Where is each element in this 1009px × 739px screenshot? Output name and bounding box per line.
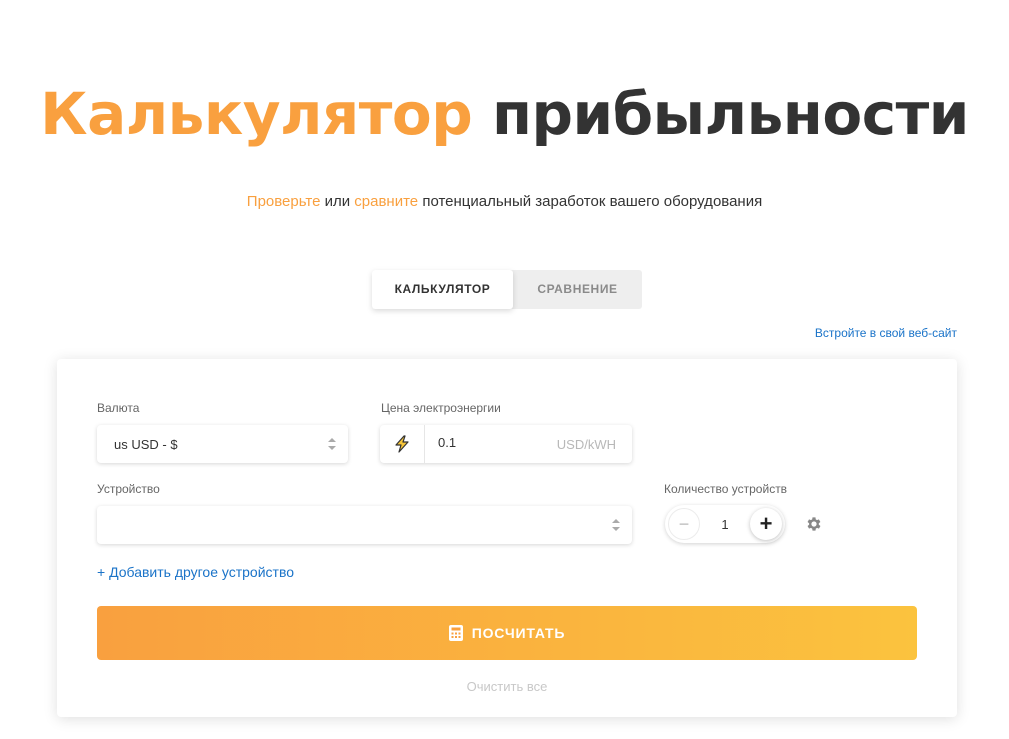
calculate-button[interactable]: ПОСЧИТАТЬ <box>97 606 917 660</box>
currency-value: us USD - $ <box>114 437 178 452</box>
page-subtitle: Проверьте или сравните потенциальный зар… <box>0 193 1009 210</box>
embed-website-link[interactable]: Встройте в свой веб-сайт <box>815 326 957 340</box>
electricity-price-field: USD/kWH <box>380 425 632 463</box>
calculator-card: Валюта us USD - $ Цена электроэнергии US… <box>57 359 957 717</box>
electricity-price-input[interactable] <box>438 435 548 450</box>
increment-button[interactable]: + <box>750 508 782 540</box>
tab-comparison[interactable]: СРАВНЕНИЕ <box>513 270 642 309</box>
currency-select[interactable]: us USD - $ <box>97 425 348 463</box>
quantity-stepper: − 1 + <box>665 505 785 543</box>
add-device-link[interactable]: + Добавить другое устройство <box>97 564 294 580</box>
gear-icon[interactable] <box>805 515 823 538</box>
title-rest: прибыльности <box>491 80 969 148</box>
subtitle-compare-link[interactable]: сравните <box>354 193 418 210</box>
page-title: Калькулятор прибыльности <box>0 80 1009 148</box>
calculate-label: ПОСЧИТАТЬ <box>471 625 566 641</box>
clear-all-link[interactable]: Очистить все <box>57 679 957 694</box>
subtitle-check-link[interactable]: Проверьте <box>247 193 321 210</box>
decrement-button[interactable]: − <box>668 508 700 540</box>
lightning-icon <box>380 425 425 463</box>
title-accent: Калькулятор <box>40 80 473 148</box>
tab-calculator[interactable]: КАЛЬКУЛЯТОР <box>372 270 513 309</box>
mode-tabs: КАЛЬКУЛЯТОР СРАВНЕНИЕ <box>372 270 642 309</box>
device-select[interactable] <box>97 506 632 544</box>
subtitle-rest: потенциальный заработок вашего оборудова… <box>422 193 763 210</box>
device-label: Устройство <box>97 482 160 496</box>
select-arrows-icon <box>328 438 336 450</box>
calculator-icon <box>448 625 463 641</box>
electricity-price-label: Цена электроэнергии <box>381 401 501 415</box>
currency-label: Валюта <box>97 401 140 415</box>
device-count-value[interactable]: 1 <box>705 517 745 532</box>
select-arrows-icon <box>612 519 620 531</box>
subtitle-or: или <box>324 193 351 210</box>
device-count-label: Количество устройств <box>664 482 788 496</box>
electricity-unit: USD/kWH <box>556 437 616 452</box>
